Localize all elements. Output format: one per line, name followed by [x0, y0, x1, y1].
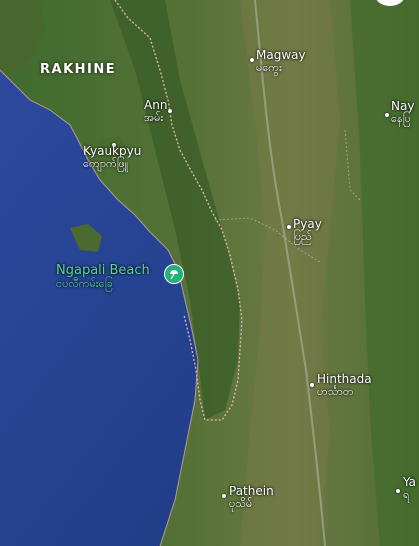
place-name: Magway — [256, 48, 306, 62]
place-dot-ann — [168, 109, 172, 113]
poi-label-ngapali-beach[interactable]: Ngapali Beach ငပလီကမ်းခြေ — [56, 264, 150, 289]
region-label-rakhine: RAKHINE — [40, 62, 117, 77]
place-name-local: ရ — [403, 487, 410, 501]
place-label-nay[interactable]: Nay နေပြ — [391, 100, 414, 124]
place-name-local: အမ်း — [144, 110, 164, 124]
poi-name-local: ငပလီကမ်းခြေ — [56, 276, 113, 290]
place-name: Nay — [391, 99, 415, 113]
poi-name: Ngapali Beach — [56, 263, 150, 278]
place-name-local: မကွေး — [256, 60, 282, 74]
place-name-local: ဟင်္သာတ — [317, 384, 354, 398]
place-dot-magway — [250, 58, 254, 62]
satellite-map[interactable]: RAKHINE Magway မကွေး Ann အမ်း Kyaukpyu က… — [0, 0, 419, 546]
place-name-local: နေပြ — [391, 111, 411, 125]
place-dot-nay — [385, 113, 389, 117]
place-name: Kyaukpyu — [83, 144, 142, 158]
place-label-ya[interactable]: Ya ရ — [403, 476, 416, 500]
place-name: Ann — [144, 98, 168, 112]
place-dot-ya — [396, 489, 400, 493]
place-dot-pathein — [222, 494, 226, 498]
place-name: Pyay — [293, 217, 322, 231]
place-label-magway[interactable]: Magway မကွေး — [256, 49, 306, 73]
place-name: Ya — [403, 475, 417, 489]
place-dot-hinthada — [310, 383, 314, 387]
place-name: Hinthada — [317, 372, 372, 386]
place-dot-pyay — [287, 225, 291, 229]
place-name-local: ပြည် — [293, 229, 312, 243]
place-name: Pathein — [229, 484, 274, 498]
place-label-pathein[interactable]: Pathein ပုသိမ် — [229, 485, 274, 509]
place-label-pyay[interactable]: Pyay ပြည် — [293, 218, 322, 242]
beach-umbrella-icon[interactable] — [164, 264, 184, 284]
place-label-hinthada[interactable]: Hinthada ဟင်္သာတ — [317, 373, 372, 397]
place-label-kyaukpyu[interactable]: Kyaukpyu ကျောက်ဖြူ — [83, 145, 141, 169]
place-name-local: ကျောက်ဖြူ — [83, 156, 129, 170]
place-label-ann[interactable]: Ann အမ်း — [144, 99, 167, 123]
place-name-local: ပုသိမ် — [229, 496, 253, 510]
